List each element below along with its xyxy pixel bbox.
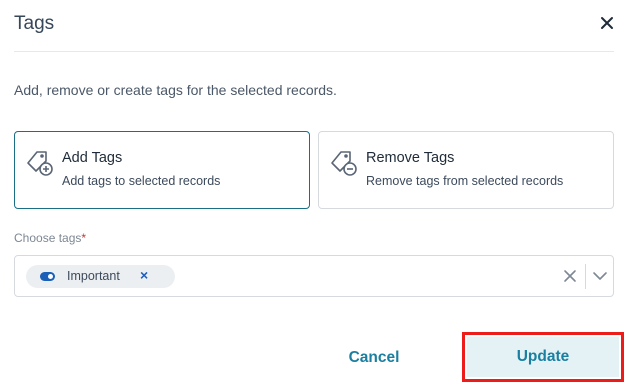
remove-tags-subtitle: Remove tags from selected records (366, 174, 564, 188)
update-button[interactable]: Update (467, 337, 619, 377)
choose-tags-label-text: Choose tags (14, 231, 82, 245)
tag-chip-label: Important (67, 269, 120, 283)
tag-remove-icon (331, 151, 357, 176)
close-icon[interactable] (596, 12, 618, 34)
tag-toggle-icon (40, 272, 55, 281)
chevron-down-icon[interactable] (591, 267, 609, 285)
add-tags-title: Add Tags (62, 150, 123, 166)
choose-tags-label: Choose tags* (14, 231, 86, 245)
clear-icon[interactable] (561, 267, 579, 285)
dialog-description: Add, remove or create tags for the selec… (14, 82, 337, 98)
tags-select[interactable]: Important × (14, 255, 614, 297)
add-tags-subtitle: Add tags to selected records (62, 174, 221, 188)
select-separator (585, 264, 586, 289)
remove-tags-title: Remove Tags (366, 150, 455, 166)
required-marker: * (81, 231, 87, 245)
add-tags-option[interactable]: Add Tags Add tags to selected records (14, 131, 310, 209)
tag-chip: Important × (26, 265, 175, 288)
tag-remove-x-icon[interactable]: × (140, 267, 148, 283)
tag-add-icon (27, 151, 53, 176)
header-divider (14, 51, 614, 52)
cancel-button[interactable]: Cancel (312, 338, 436, 378)
dialog-header: Tags (0, 0, 631, 52)
dialog-title: Tags (14, 13, 55, 34)
update-button-highlight: Update (462, 332, 624, 382)
remove-tags-option[interactable]: Remove Tags Remove tags from selected re… (318, 131, 614, 209)
